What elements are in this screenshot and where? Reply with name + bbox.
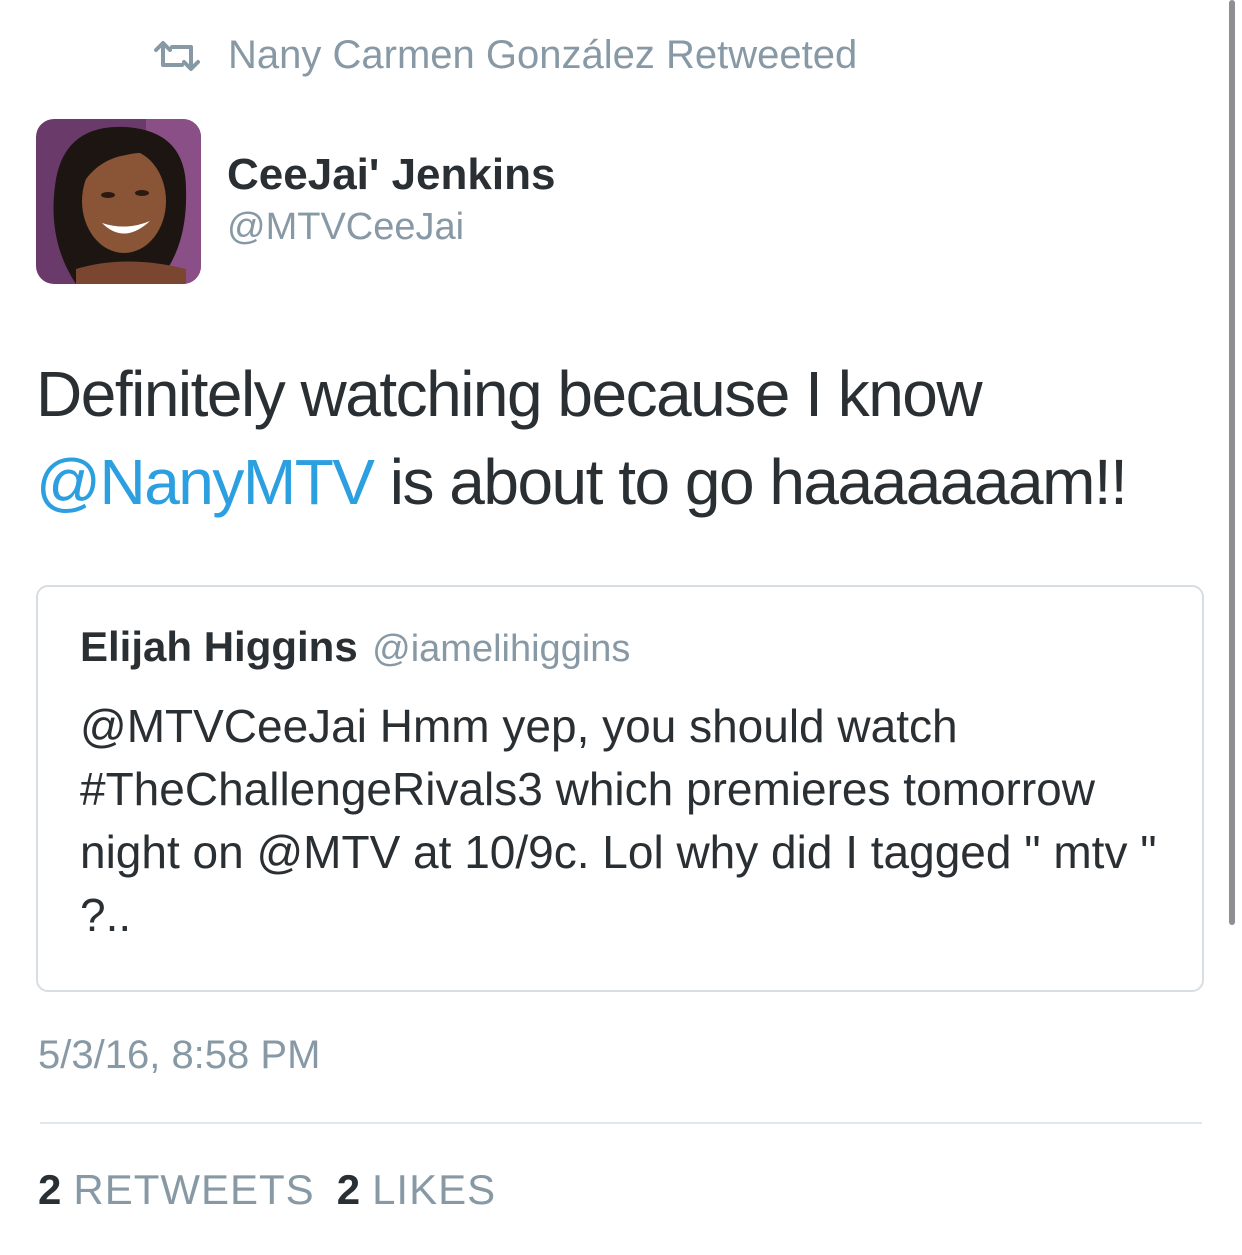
retweets-count: 2 <box>38 1166 62 1213</box>
avatar[interactable] <box>36 119 201 284</box>
author-name[interactable]: CeeJai' Jenkins <box>227 150 555 200</box>
tweet-detail-view: Nany Carmen González Retweeted CeeJai' J… <box>0 0 1242 1255</box>
tweet-text-part: Definitely watching because I know <box>36 358 983 430</box>
tweet-text: Definitely watching because I know @NanyM… <box>36 350 1206 526</box>
retweets-label: RETWEETS <box>73 1166 315 1213</box>
likes-stat[interactable]: 2 LIKES <box>337 1166 496 1214</box>
quoted-tweet-text: @MTVCeeJai Hmm yep, you should watch #Th… <box>80 700 1157 941</box>
likes-count: 2 <box>336 1166 361 1213</box>
tweet-timestamp: 5/3/16, 8:58 PM <box>38 1033 321 1077</box>
divider <box>40 1122 1202 1124</box>
retweeted-by-text: Nany Carmen González Retweeted <box>228 33 858 77</box>
quoted-author-handle: @iamelihiggins <box>372 628 631 670</box>
retweets-stat[interactable]: 2 RETWEETS <box>38 1166 315 1214</box>
tweet-text-part: is about to go haaaaaaam!! <box>373 446 1128 518</box>
retweet-header[interactable]: Nany Carmen González Retweeted <box>152 33 857 78</box>
likes-label: LIKES <box>372 1166 497 1213</box>
quoted-tweet-card[interactable]: Elijah Higgins @iamelihiggins @MTVCeeJai… <box>36 585 1204 992</box>
quoted-author-name: Elijah Higgins <box>80 623 358 670</box>
tweet-stats: 2 RETWEETS 2 LIKES <box>38 1166 518 1214</box>
quoted-tweet-header: Elijah Higgins @iamelihiggins <box>80 623 630 671</box>
scrollbar[interactable] <box>1229 0 1235 925</box>
mention-link[interactable]: @NanyMTV <box>36 446 375 518</box>
profile-photo <box>36 119 201 284</box>
author-handle[interactable]: @MTVCeeJai <box>227 206 464 249</box>
retweet-icon <box>154 40 200 71</box>
